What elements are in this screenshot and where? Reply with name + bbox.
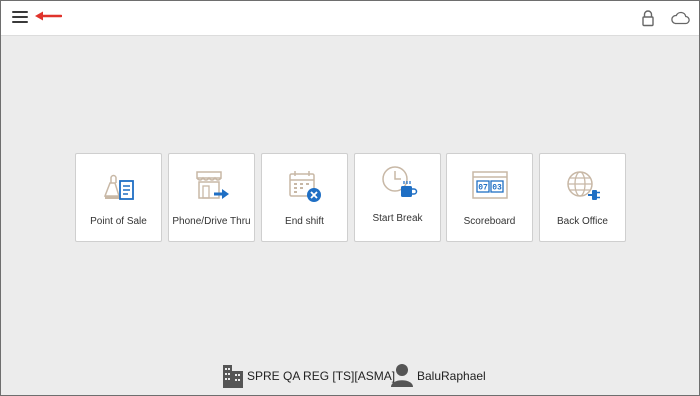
cloud-icon[interactable] [670, 11, 690, 25]
tile-label: Phone/Drive Thru [172, 216, 251, 227]
tile-label: Start Break [372, 213, 423, 224]
tile-end-shift[interactable]: End shift [261, 153, 348, 242]
tile-start-break[interactable]: Start Break [354, 153, 441, 242]
tile-scoreboard[interactable]: 07 03 Scoreboard [446, 153, 533, 242]
status-footer: SPRE QA REG [TS][ASMA] BaluRaphael [1, 362, 699, 388]
storefront-icon [195, 171, 229, 199]
pos-icon [103, 174, 134, 200]
hamburger-menu-icon[interactable] [12, 11, 28, 25]
tile-label: Scoreboard [463, 216, 516, 227]
tile-label: Point of Sale [90, 216, 147, 227]
tile-label: Back Office [557, 216, 608, 227]
red-arrow-annotation-icon [35, 11, 62, 21]
user-icon [391, 364, 413, 387]
tile-point-of-sale[interactable]: Point of Sale [75, 153, 162, 242]
scoreboard-icon: 07 03 [471, 171, 508, 199]
user-name: BaluRaphael [417, 369, 486, 383]
score-digits-right: 03 [492, 184, 502, 193]
globe-plug-icon [566, 171, 600, 200]
lock-icon[interactable] [641, 10, 655, 27]
tile-label: End shift [285, 216, 324, 227]
tile-back-office[interactable]: Back Office [539, 153, 626, 242]
top-bar [1, 1, 699, 36]
store-name: SPRE QA REG [TS][ASMA] [247, 369, 396, 383]
tile-phone-drive-thru[interactable]: Phone/Drive Thru [168, 153, 255, 242]
score-digits-left: 07 [478, 184, 488, 193]
calendar-cancel-icon [288, 171, 321, 202]
building-icon [223, 365, 243, 388]
app-window: Point of Sale Phone/Drive Thru End shift [0, 0, 700, 396]
clock-coffee-icon [381, 166, 417, 197]
